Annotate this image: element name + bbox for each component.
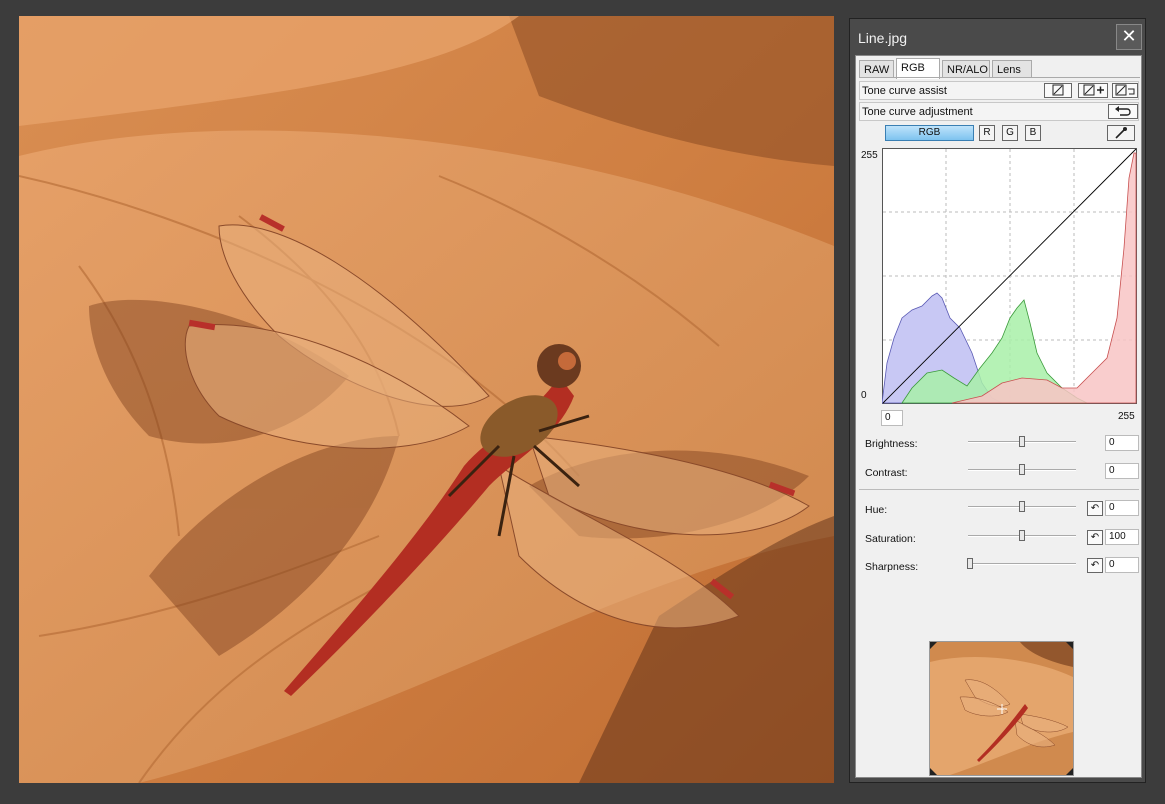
sharpness-reset-icon[interactable]: ↶ — [1087, 558, 1103, 573]
close-icon[interactable]: ✕ — [1116, 24, 1142, 50]
contrast-value-field[interactable]: 0 — [1105, 463, 1139, 479]
tone-curve-assist-row: Tone curve assist — [859, 81, 1139, 100]
input-high-field[interactable]: 255 — [1115, 410, 1139, 426]
histogram-y-max-label: 255 — [861, 150, 878, 161]
image-canvas[interactable] — [19, 16, 834, 783]
tab-lens[interactable]: Lens — [992, 60, 1032, 78]
curve-reset-icon[interactable] — [1112, 83, 1138, 98]
input-low-field[interactable]: 0 — [881, 410, 903, 426]
contrast-label: Contrast: — [865, 467, 908, 479]
sharpness-label: Sharpness: — [865, 561, 919, 573]
channel-b-button[interactable]: B — [1025, 125, 1041, 141]
brightness-label: Brightness: — [865, 438, 918, 450]
histogram-y-min-label: 0 — [861, 390, 867, 401]
sharpness-value-field[interactable]: 0 — [1105, 557, 1139, 573]
section-divider — [859, 489, 1139, 490]
hue-slider-thumb[interactable] — [1019, 501, 1025, 512]
hue-reset-icon[interactable]: ↶ — [1087, 501, 1103, 516]
tab-divider — [859, 77, 1140, 78]
saturation-slider-thumb[interactable] — [1019, 530, 1025, 541]
navigator-thumbnail[interactable] — [929, 641, 1074, 776]
channel-r-button[interactable]: R — [979, 125, 995, 141]
thumbnail-image — [930, 642, 1073, 775]
saturation-label: Saturation: — [865, 533, 916, 545]
brightness-slider-thumb[interactable] — [1019, 436, 1025, 447]
hue-value-field[interactable]: 0 — [1105, 500, 1139, 516]
curve-add-icon[interactable] — [1078, 83, 1108, 98]
saturation-value-field[interactable]: 100 — [1105, 529, 1139, 545]
panel-body: RAW RGB NR/ALO Lens Tone curve assist To… — [855, 55, 1142, 778]
curve-linear-icon[interactable] — [1044, 83, 1072, 98]
channel-g-button[interactable]: G — [1002, 125, 1018, 141]
contrast-slider-thumb[interactable] — [1019, 464, 1025, 475]
brightness-value-field[interactable]: 0 — [1105, 435, 1139, 451]
dragonfly-photo — [19, 16, 834, 783]
tone-curve-adjustment-row: Tone curve adjustment — [859, 102, 1139, 121]
tone-curve-graph: 255 0 — [859, 148, 1139, 404]
histogram-chart[interactable] — [882, 148, 1138, 405]
sharpness-slider-track[interactable] — [968, 563, 1076, 565]
undo-icon[interactable] — [1108, 104, 1138, 119]
tab-raw[interactable]: RAW — [859, 60, 894, 78]
title-bar[interactable]: Line.jpg ✕ — [850, 19, 1145, 55]
eyedropper-icon[interactable] — [1107, 125, 1135, 141]
window-title: Line.jpg — [858, 30, 908, 46]
tab-bar: RAW RGB NR/ALO Lens — [859, 58, 1139, 79]
saturation-reset-icon[interactable]: ↶ — [1087, 530, 1103, 545]
tab-rgb[interactable]: RGB — [896, 58, 940, 79]
channel-rgb-button[interactable]: RGB — [885, 125, 974, 141]
sharpness-slider-thumb[interactable] — [967, 558, 973, 569]
adjustment-panel: Line.jpg ✕ RAW RGB NR/ALO Lens Tone curv… — [849, 18, 1146, 783]
hue-label: Hue: — [865, 504, 888, 516]
tab-nr-alo[interactable]: NR/ALO — [942, 60, 990, 78]
tone-curve-assist-label: Tone curve assist — [862, 85, 947, 97]
tone-curve-adjustment-label: Tone curve adjustment — [862, 106, 973, 118]
